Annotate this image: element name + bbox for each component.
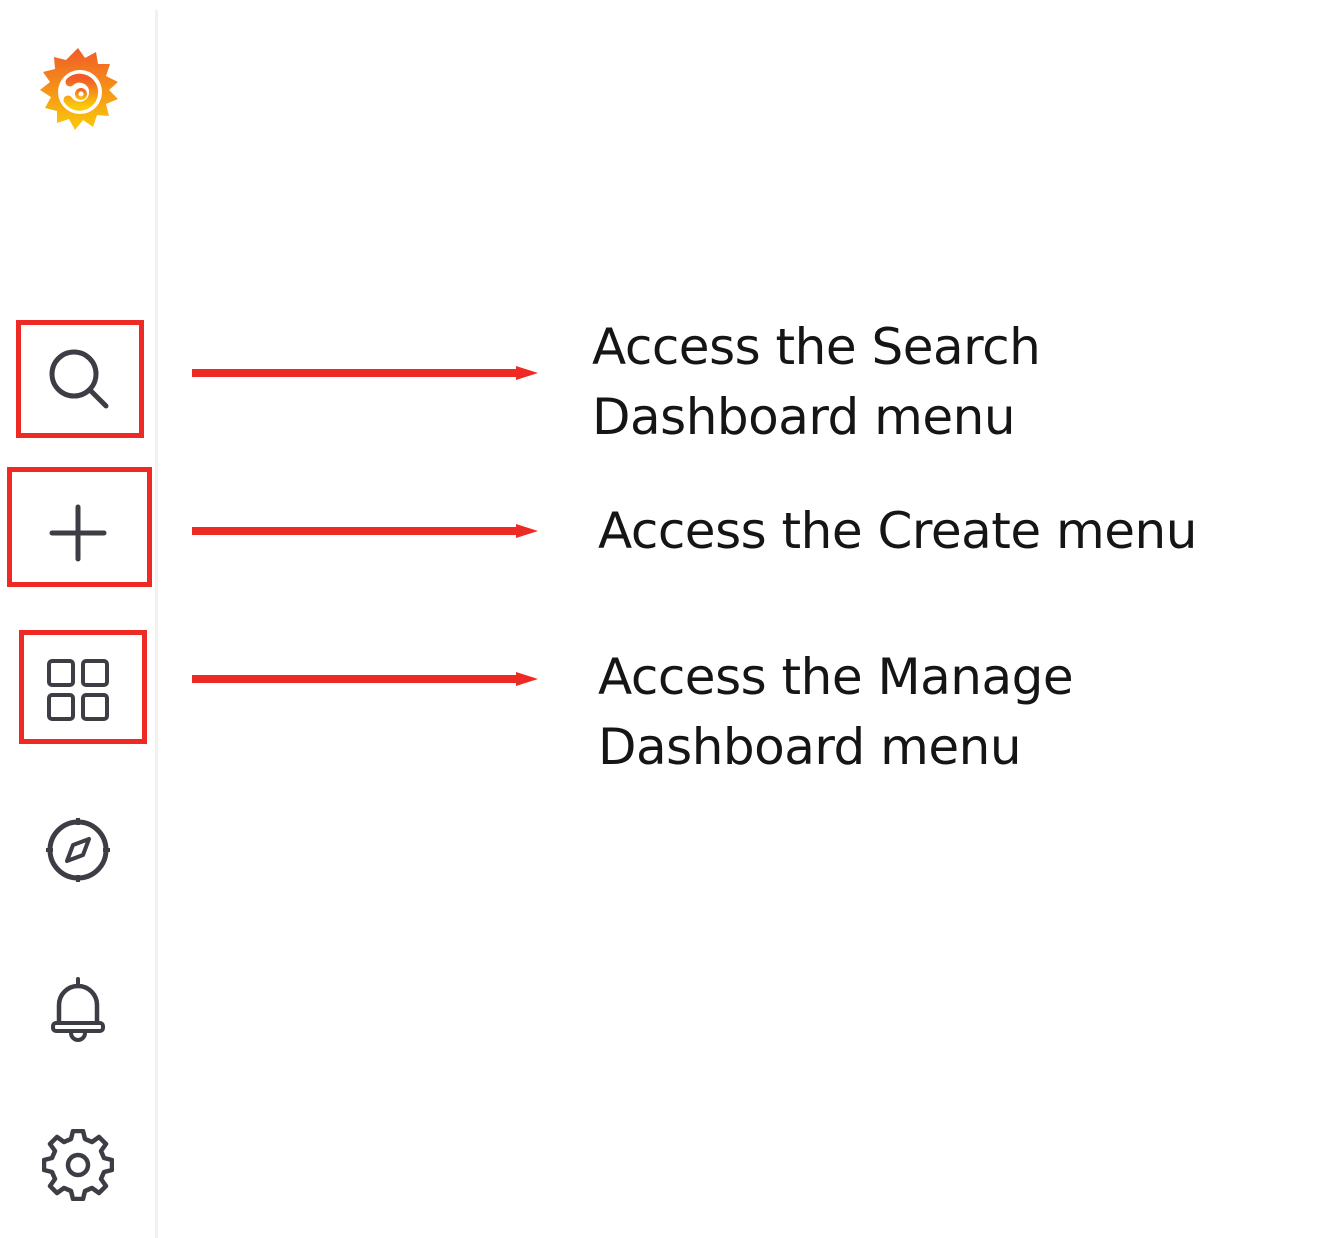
dashboards-grid-icon [45, 657, 111, 723]
sidebar-item-configuration[interactable] [40, 1127, 116, 1203]
arrow-to-search-annotation [192, 366, 538, 380]
bell-icon [45, 975, 111, 1045]
grafana-logo-icon[interactable] [30, 42, 126, 138]
sidebar-item-dashboards[interactable] [40, 652, 116, 728]
search-icon [43, 343, 113, 413]
sidebar-item-create[interactable] [40, 495, 116, 571]
sidebar-item-explore[interactable] [40, 812, 116, 888]
sidebar-item-search[interactable] [40, 340, 116, 416]
search-annotation: Access the Search Dashboard menu [592, 318, 1041, 446]
create-annotation: Access the Create menu [598, 502, 1197, 560]
plus-icon [48, 503, 108, 563]
gear-icon [42, 1129, 114, 1201]
arrow-to-create-annotation [192, 524, 538, 538]
dashboards-annotation: Access the Manage Dashboard menu [598, 648, 1074, 776]
arrow-to-dashboards-annotation [192, 672, 538, 686]
sidebar-divider [155, 10, 158, 1238]
compass-icon [43, 815, 113, 885]
sidebar-item-alerting[interactable] [40, 972, 116, 1048]
